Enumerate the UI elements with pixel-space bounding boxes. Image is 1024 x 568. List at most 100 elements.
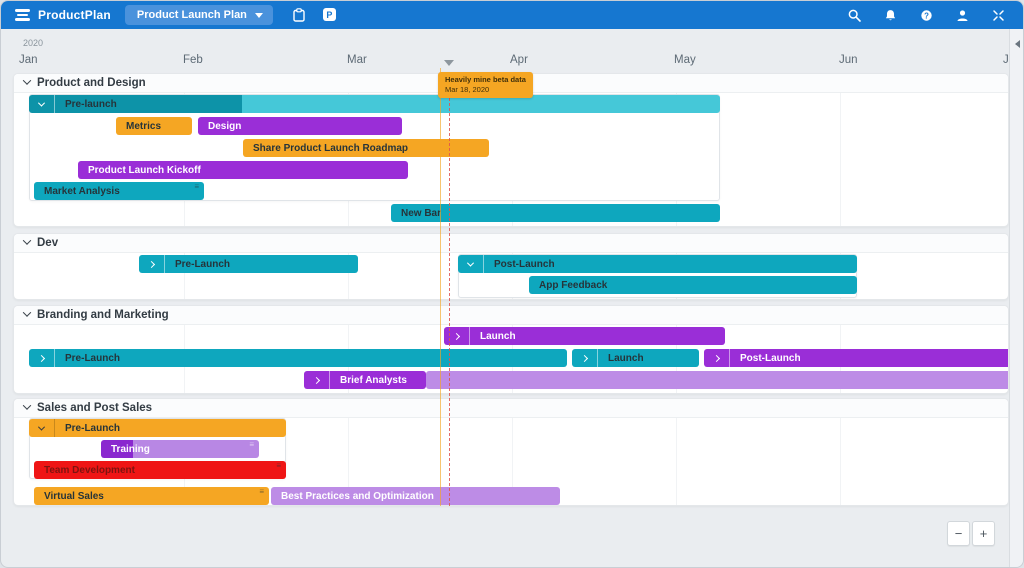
bell-icon[interactable] xyxy=(884,9,897,22)
plan-selector-label: Product Launch Plan xyxy=(136,9,247,21)
bar-label: App Feedback xyxy=(539,279,608,291)
chevron-right-icon xyxy=(712,354,721,362)
chevron-down-icon xyxy=(37,99,46,107)
bar-label: Post-Launch xyxy=(740,352,801,364)
roadmap-bar-training[interactable]: Training ≡ xyxy=(101,440,259,458)
section-header-branding-and-marketing[interactable]: Branding and Marketing xyxy=(14,306,1008,325)
bar-label: Market Analysis xyxy=(44,185,120,197)
chevron-down-icon xyxy=(254,12,263,18)
section-header-dev[interactable]: Dev xyxy=(14,234,1008,253)
milestone-date: Mar 18, 2020 xyxy=(445,85,490,94)
section-header-sales-and-post-sales[interactable]: Sales and Post Sales xyxy=(14,399,1008,418)
bar-label: Launch xyxy=(480,330,516,342)
roadmap-bar-launch[interactable]: Launch xyxy=(572,349,699,367)
roadmap-bar-design[interactable]: Design xyxy=(198,117,402,135)
bar-label: Product Launch Kickoff xyxy=(88,164,201,176)
bar-collapse-toggle[interactable] xyxy=(572,349,598,367)
notes-icon: ≡ xyxy=(194,182,199,191)
section-card-branding-and-marketing: Branding and Marketing Launch Pre-Launch La… xyxy=(13,305,1009,394)
bar-label: Virtual Sales xyxy=(44,490,104,502)
milestone-title: Heavily mine beta data xyxy=(445,75,526,84)
roadmap-bar-pre-launch[interactable]: Pre-Launch xyxy=(29,349,567,367)
roadmap-bar-brief-analysts-extension[interactable] xyxy=(426,371,1008,389)
section-card-dev: Dev Pre-Launch Post-Launch App Feedback xyxy=(13,233,1009,300)
roadmap-bar-share-product-launch-roadmap[interactable]: Share Product Launch Roadmap xyxy=(243,139,489,157)
bar-label: Best Practices and Optimization xyxy=(281,490,434,502)
roadmap-bar-market-analysis[interactable]: Market Analysis ≡ xyxy=(34,182,204,200)
month-label: Mar xyxy=(347,54,367,66)
section-title: Sales and Post Sales xyxy=(37,402,153,414)
chevron-down-icon xyxy=(22,308,32,317)
chevron-right-icon xyxy=(452,332,461,340)
top-bar: ProductPlan Product Launch Plan P ? xyxy=(1,1,1023,29)
chevron-right-icon xyxy=(37,354,46,362)
roadmap-bar-post-launch[interactable]: Post-Launch xyxy=(704,349,1008,367)
search-icon[interactable] xyxy=(848,9,861,22)
notes-icon: ≡ xyxy=(259,487,264,496)
clipboard-icon[interactable] xyxy=(293,8,305,22)
section-title: Branding and Marketing xyxy=(37,309,169,321)
fullscreen-icon[interactable] xyxy=(992,9,1005,22)
chevron-right-icon xyxy=(580,354,589,362)
chevron-right-icon xyxy=(312,376,321,384)
user-icon[interactable] xyxy=(956,9,969,22)
bar-label: Metrics xyxy=(126,120,162,132)
svg-text:?: ? xyxy=(924,11,929,20)
bar-collapse-toggle[interactable] xyxy=(444,327,470,345)
month-label: Apr xyxy=(510,54,528,66)
month-label: Jan xyxy=(19,54,38,66)
roadmap-bar-pre-launch[interactable]: Pre-Launch xyxy=(139,255,358,273)
bar-label: Team Development xyxy=(44,464,135,476)
zoom-out-button[interactable]: − xyxy=(947,521,970,546)
notes-icon: ≡ xyxy=(249,440,254,449)
bar-label: Pre-Launch xyxy=(65,352,121,364)
bar-collapse-toggle[interactable] xyxy=(458,255,484,273)
roadmap-bar-brief-analysts[interactable]: Brief Analysts xyxy=(304,371,426,389)
roadmap-bar-team-development[interactable]: Team Development ≡ xyxy=(34,461,286,479)
parking-board-icon[interactable]: P xyxy=(322,8,336,21)
bar-label: Pre-launch xyxy=(65,98,117,110)
month-label: May xyxy=(674,54,696,66)
bar-label: Design xyxy=(208,120,242,132)
bar-label: Launch xyxy=(608,352,644,364)
bar-collapse-toggle[interactable] xyxy=(29,349,55,367)
roadmap-bar-product-launch-kickoff[interactable]: Product Launch Kickoff xyxy=(78,161,408,179)
zoom-controls: − + xyxy=(947,521,995,546)
bar-collapse-toggle[interactable] xyxy=(29,95,55,113)
section-title: Product and Design xyxy=(37,77,146,89)
bar-label: New Bar xyxy=(401,207,442,219)
collapse-panel-arrow-icon[interactable] xyxy=(1015,40,1020,48)
bar-label: Training xyxy=(111,443,150,455)
roadmap-bar-app-feedback[interactable]: App Feedback xyxy=(529,276,857,294)
bar-collapse-toggle[interactable] xyxy=(704,349,730,367)
bar-label: Share Product Launch Roadmap xyxy=(253,142,409,154)
month-label: J xyxy=(1003,54,1009,66)
bar-collapse-toggle[interactable] xyxy=(304,371,330,389)
bar-label: Pre-Launch xyxy=(175,258,231,270)
productplan-logo-icon xyxy=(15,9,30,21)
right-panel-strip xyxy=(1009,29,1023,567)
bar-label: Brief Analysts xyxy=(340,374,407,386)
plan-selector-dropdown[interactable]: Product Launch Plan xyxy=(124,5,273,25)
roadmap-bar-pre-launch[interactable]: Pre-Launch xyxy=(29,419,286,437)
roadmap-bar-launch[interactable]: Launch xyxy=(444,327,725,345)
section-card-sales-and-post-sales: Sales and Post Sales Pre-Launch Training ≡ T… xyxy=(13,398,1009,506)
chevron-down-icon xyxy=(37,423,46,431)
zoom-in-button[interactable]: + xyxy=(972,521,995,546)
notes-icon: ≡ xyxy=(276,461,281,470)
roadmap-bar-best-practices-and-optimization[interactable]: Best Practices and Optimization xyxy=(271,487,560,505)
chevron-down-icon xyxy=(22,401,32,410)
milestone-flag[interactable]: Heavily mine beta data Mar 18, 2020 xyxy=(438,72,533,98)
roadmap-bar-metrics[interactable]: Metrics xyxy=(116,117,192,135)
month-gridline xyxy=(840,74,841,226)
roadmap-bar-pre-launch[interactable]: Pre-launch xyxy=(29,95,720,113)
bar-collapse-toggle[interactable] xyxy=(29,419,55,437)
roadmap-bar-post-launch[interactable]: Post-Launch xyxy=(458,255,857,273)
chevron-down-icon xyxy=(22,236,32,245)
bar-label: Post-Launch xyxy=(494,258,555,270)
help-icon[interactable]: ? xyxy=(920,9,933,22)
month-label: Jun xyxy=(839,54,858,66)
chevron-down-icon xyxy=(466,259,475,267)
roadmap-bar-virtual-sales[interactable]: Virtual Sales ≡ xyxy=(34,487,269,505)
bar-collapse-toggle[interactable] xyxy=(139,255,165,273)
